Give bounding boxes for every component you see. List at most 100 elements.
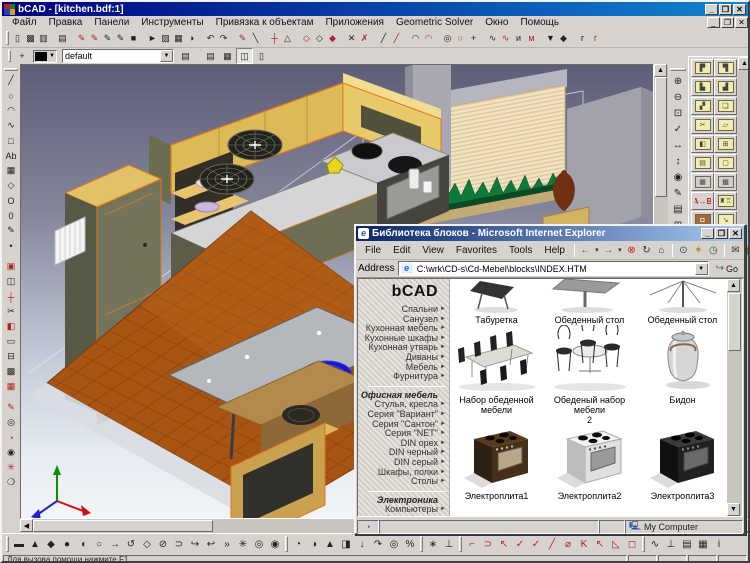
toolbar-button[interactable]: ↷ bbox=[217, 31, 230, 46]
drawing-tool-button[interactable]: O bbox=[4, 193, 19, 208]
menu-item[interactable]: Приложения bbox=[319, 17, 390, 28]
ie-menu-item[interactable]: Edit bbox=[387, 245, 416, 256]
address-input-box[interactable]: e ▼ bbox=[398, 261, 709, 276]
drawing-tool-button[interactable]: ○ bbox=[4, 88, 19, 103]
palette-button[interactable]: ▟ bbox=[714, 78, 737, 96]
toolbar-grip[interactable] bbox=[459, 536, 462, 552]
toolbar-button[interactable]: г bbox=[576, 31, 589, 46]
doc-minimize-button[interactable]: _ bbox=[707, 17, 720, 28]
forward-icon[interactable]: → bbox=[601, 243, 616, 258]
solid-tool-button[interactable]: ⊃ bbox=[171, 536, 187, 553]
color-swatch[interactable]: ▼ bbox=[33, 50, 57, 63]
view-tool-button[interactable]: ⊡ bbox=[670, 105, 686, 121]
view-mode-button[interactable]: ▤ bbox=[202, 48, 219, 64]
surface-tool-button[interactable]: ◑ bbox=[306, 536, 322, 553]
view-tool-button[interactable]: ↔ bbox=[670, 137, 686, 153]
drawing-tool-button[interactable]: 0 bbox=[4, 208, 19, 223]
drawing-tool-button[interactable]: ✎ bbox=[4, 400, 19, 415]
toolbar-button[interactable]: ∿ bbox=[499, 31, 512, 46]
toolbar-button[interactable]: ✕ bbox=[345, 31, 358, 46]
ie-scroll-up[interactable]: ▲ bbox=[727, 279, 740, 292]
view-mode-button[interactable]: ▦ bbox=[219, 48, 236, 64]
snap-tool-button[interactable]: K bbox=[576, 536, 592, 553]
palette-button[interactable]: ▙ bbox=[691, 78, 714, 96]
menu-item[interactable]: Geometric Solver bbox=[390, 17, 479, 28]
block-item[interactable]: Обеденный стол bbox=[543, 279, 636, 325]
solid-tool-button[interactable]: ○ bbox=[91, 536, 107, 553]
drawing-tool-button[interactable]: • bbox=[4, 238, 19, 253]
view-tool-button[interactable]: ◉ bbox=[670, 169, 686, 185]
doc-restore-button[interactable]: ❐ bbox=[721, 17, 734, 28]
layer-combo[interactable]: ▼ bbox=[62, 49, 174, 63]
address-input[interactable] bbox=[415, 263, 695, 275]
sidebar-link[interactable]: Фурнитура ► bbox=[358, 372, 446, 382]
utility-tool-button[interactable]: i bbox=[711, 536, 727, 553]
menu-item[interactable]: Помощь bbox=[514, 17, 565, 28]
surface-tool-button[interactable]: ◨ bbox=[338, 536, 354, 553]
toolbar-button[interactable]: ✎ bbox=[101, 31, 114, 46]
solid-tool-button[interactable]: ↪ bbox=[187, 536, 203, 553]
toolbar-button[interactable]: + bbox=[467, 31, 480, 46]
view-tool-button[interactable]: ▤ bbox=[670, 201, 686, 217]
palette-button[interactable]: ▛ bbox=[691, 59, 714, 77]
layer-combo-input[interactable] bbox=[63, 51, 160, 62]
back-icon[interactable]: ← bbox=[578, 243, 593, 258]
toolbar-button[interactable]: ✎ bbox=[114, 31, 127, 46]
drawing-tool-button[interactable]: ▣ bbox=[4, 259, 19, 274]
ie-title-bar[interactable]: e Библиотека блоков - Microsoft Internet… bbox=[356, 226, 744, 241]
home-icon[interactable]: ⌂ bbox=[654, 243, 669, 258]
toolbar-button[interactable]: ▥ bbox=[37, 31, 50, 46]
sidebar-link[interactable]: ► bbox=[368, 491, 446, 492]
toolbar-button[interactable]: △ bbox=[281, 31, 294, 46]
ie-menu-item[interactable]: View bbox=[416, 245, 450, 256]
drawing-tool-button[interactable]: ▩ bbox=[4, 364, 19, 379]
ie-close-button[interactable]: ✕ bbox=[729, 228, 742, 239]
view-tool-button[interactable]: ↕ bbox=[670, 153, 686, 169]
snap-tool-button[interactable]: ⌐ bbox=[464, 536, 480, 553]
drawing-tool-button[interactable]: ◫ bbox=[4, 274, 19, 289]
back-dropdown-icon[interactable]: ▾ bbox=[593, 243, 601, 258]
solid-tool-button[interactable]: ● bbox=[59, 536, 75, 553]
surface-tool-button[interactable]: ◎ bbox=[386, 536, 402, 553]
snap-tool-button[interactable]: ◻ bbox=[624, 536, 640, 553]
view-mode-button[interactable]: ◫ bbox=[236, 48, 253, 64]
toolbar-grip[interactable] bbox=[420, 536, 423, 552]
block-item[interactable]: Набор обеденной мебели bbox=[450, 325, 543, 425]
view-tool-button[interactable]: ✎ bbox=[670, 185, 686, 201]
stop-icon[interactable]: ⊗ bbox=[624, 243, 639, 258]
palette-button[interactable]: ▤ bbox=[691, 154, 714, 172]
drawing-tool-button[interactable]: ▦ bbox=[4, 163, 19, 178]
solid-tool-button[interactable]: → bbox=[107, 536, 123, 553]
view-mode-button[interactable]: ▯ bbox=[253, 48, 270, 64]
ie-maximize-button[interactable]: ❐ bbox=[715, 228, 728, 239]
drawing-tool-button[interactable]: ⊟ bbox=[4, 349, 19, 364]
restore-button[interactable]: ❐ bbox=[719, 4, 732, 15]
ie-scroll-thumb[interactable] bbox=[728, 293, 741, 351]
palette-button[interactable]: A→B bbox=[691, 192, 714, 210]
toolbar-button[interactable]: ○ bbox=[454, 31, 467, 46]
palette-button[interactable]: ⊞ bbox=[714, 135, 737, 153]
hscroll-thumb[interactable] bbox=[33, 520, 213, 532]
tool-button[interactable]: ∗ bbox=[425, 536, 441, 553]
toolbar-button[interactable]: ▦ bbox=[172, 31, 185, 46]
toolbar-grip[interactable] bbox=[670, 68, 686, 71]
print-icon[interactable]: ▤ bbox=[743, 243, 750, 258]
drawing-tool-button[interactable]: ┼ bbox=[4, 289, 19, 304]
block-item[interactable]: Бидон bbox=[636, 325, 727, 425]
block-item[interactable]: Электроплита1 bbox=[450, 425, 543, 501]
toolbar-button[interactable]: ✗ bbox=[358, 31, 371, 46]
snap-tool-button[interactable]: ◺ bbox=[608, 536, 624, 553]
toolbar-button[interactable]: ┼ bbox=[268, 31, 281, 46]
solid-tool-button[interactable]: ◖ bbox=[75, 536, 91, 553]
ie-menu-item[interactable]: Help bbox=[538, 245, 571, 256]
drawing-tool-button[interactable]: ◎ bbox=[4, 415, 19, 430]
toolbar-button[interactable]: ╲ bbox=[249, 31, 262, 46]
drawing-tool-button[interactable]: ❍ bbox=[4, 475, 19, 490]
solid-tool-button[interactable]: ▲ bbox=[27, 536, 43, 553]
sidebar-link[interactable]: ► bbox=[368, 386, 446, 387]
toolbar-button[interactable]: г bbox=[589, 31, 602, 46]
palette-button[interactable]: ◧ bbox=[691, 135, 714, 153]
toolbar-grip[interactable] bbox=[4, 68, 18, 71]
surface-tool-button[interactable]: % bbox=[402, 536, 418, 553]
ie-scrollbar[interactable]: ▲ ▼ bbox=[727, 279, 742, 516]
